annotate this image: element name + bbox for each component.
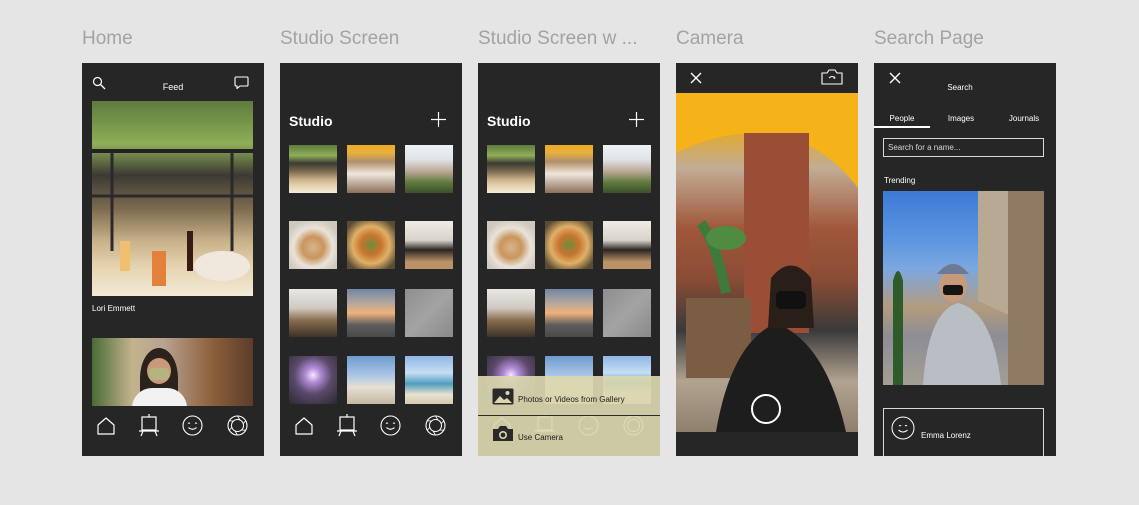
frame-title-studio: Studio Screen bbox=[280, 28, 400, 49]
easel-icon[interactable] bbox=[336, 414, 358, 437]
camera-icon bbox=[492, 425, 514, 442]
plus-icon[interactable] bbox=[431, 112, 446, 127]
frame-title-camera: Camera bbox=[676, 28, 744, 49]
feed-post-image[interactable] bbox=[92, 101, 253, 296]
bottom-nav bbox=[82, 406, 264, 456]
search-screen: Search People Images Journals Trending E… bbox=[874, 63, 1056, 456]
camera-option[interactable]: Use Camera bbox=[478, 421, 660, 451]
person-result-card[interactable]: Emma Lorenz bbox=[883, 408, 1044, 456]
studio-grid-item[interactable] bbox=[405, 145, 453, 193]
studio-grid-item[interactable] bbox=[289, 221, 337, 269]
frame-title-home: Home bbox=[82, 28, 133, 49]
studio-grid-item[interactable] bbox=[289, 145, 337, 193]
page-title: Studio bbox=[487, 113, 531, 129]
studio-grid-item[interactable] bbox=[347, 356, 395, 404]
studio-grid-item[interactable] bbox=[289, 356, 337, 404]
page-title: Search bbox=[947, 83, 973, 92]
studio-grid-item[interactable] bbox=[603, 145, 651, 193]
studio-grid-item[interactable] bbox=[347, 289, 395, 337]
image-icon bbox=[492, 388, 514, 405]
studio-grid-item[interactable] bbox=[487, 145, 535, 193]
studio-grid-item[interactable] bbox=[347, 221, 395, 269]
smiley-icon[interactable] bbox=[380, 415, 401, 436]
easel-icon[interactable] bbox=[138, 414, 160, 437]
studio-grid-item[interactable] bbox=[603, 221, 651, 269]
home-screen: Feed Lori Emmett bbox=[82, 63, 264, 456]
studio-grid-item[interactable] bbox=[545, 145, 593, 193]
shutter-button[interactable] bbox=[751, 394, 781, 424]
menu-divider bbox=[478, 415, 660, 416]
tab-people[interactable]: People bbox=[874, 114, 930, 123]
trending-image[interactable] bbox=[883, 191, 1044, 385]
aperture-icon[interactable] bbox=[227, 415, 248, 436]
studio-grid-item[interactable] bbox=[347, 145, 395, 193]
active-tab-indicator bbox=[874, 126, 930, 128]
bottom-nav bbox=[280, 406, 462, 456]
camera-viewfinder[interactable] bbox=[676, 93, 858, 432]
plus-icon[interactable] bbox=[629, 112, 644, 127]
studio-grid-item[interactable] bbox=[545, 221, 593, 269]
section-label: Trending bbox=[884, 176, 916, 185]
camera-flip-icon[interactable] bbox=[821, 69, 843, 85]
smiley-avatar-icon bbox=[891, 416, 915, 440]
feed-post-image[interactable] bbox=[92, 338, 253, 406]
studio-screen: Studio bbox=[280, 63, 462, 456]
studio-grid-item[interactable] bbox=[487, 221, 535, 269]
message-icon[interactable] bbox=[234, 76, 249, 89]
smiley-icon[interactable] bbox=[182, 415, 203, 436]
studio-menu-screen: Studio Photos or Videos from Gallery Use… bbox=[478, 63, 660, 456]
frame-title-search: Search Page bbox=[874, 28, 984, 49]
person-result-name: Emma Lorenz bbox=[921, 431, 971, 440]
search-input[interactable] bbox=[883, 138, 1044, 157]
studio-grid-item[interactable] bbox=[545, 289, 593, 337]
studio-grid-item[interactable] bbox=[487, 289, 535, 337]
studio-grid-item[interactable] bbox=[405, 289, 453, 337]
close-icon[interactable] bbox=[690, 72, 702, 84]
gallery-option-label: Photos or Videos from Gallery bbox=[518, 395, 625, 404]
studio-grid-item[interactable] bbox=[405, 356, 453, 404]
frame-title-studio-menu: Studio Screen w ... bbox=[478, 28, 638, 49]
tab-journals[interactable]: Journals bbox=[992, 114, 1056, 123]
aperture-icon[interactable] bbox=[425, 415, 446, 436]
camera-screen bbox=[676, 63, 858, 456]
tab-images[interactable]: Images bbox=[934, 114, 988, 123]
camera-option-label: Use Camera bbox=[518, 433, 563, 442]
gallery-option[interactable]: Photos or Videos from Gallery bbox=[478, 383, 660, 413]
page-title: Studio bbox=[289, 113, 333, 129]
home-icon[interactable] bbox=[96, 416, 116, 436]
studio-grid-item[interactable] bbox=[289, 289, 337, 337]
post-author-name[interactable]: Lori Emmett bbox=[92, 304, 135, 313]
home-icon[interactable] bbox=[294, 416, 314, 436]
studio-grid-item[interactable] bbox=[405, 221, 453, 269]
studio-grid-item[interactable] bbox=[603, 289, 651, 337]
